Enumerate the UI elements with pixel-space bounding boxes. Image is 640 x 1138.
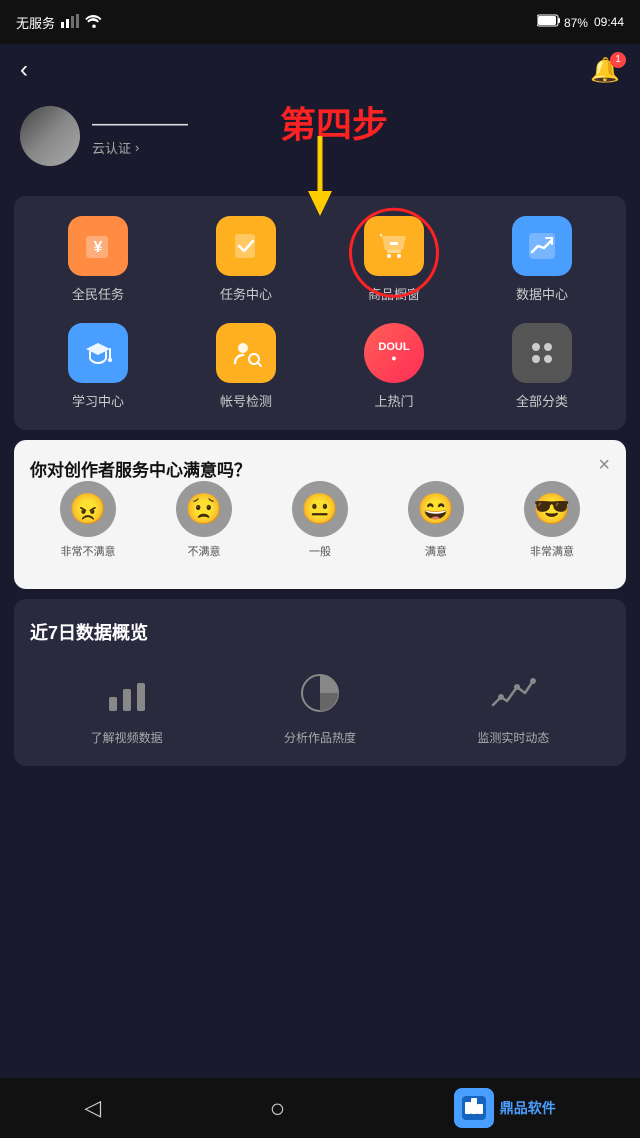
fenlei-icon	[512, 323, 572, 383]
shuju-icon	[512, 216, 572, 276]
zhanghao-label: 帐号检测	[220, 391, 272, 410]
emoji-label-neutral: 一般	[309, 543, 331, 559]
notification-button[interactable]: 🔔 1	[590, 56, 620, 85]
svg-text:¥: ¥	[94, 239, 103, 256]
emoji-unsatisfied: 😟	[176, 481, 232, 537]
data-label-heat: 分析作品热度	[284, 729, 356, 746]
brand-icon	[454, 1088, 494, 1128]
status-bar: 无服务 87% 09:44	[0, 0, 640, 44]
profile-name: ——————	[92, 116, 188, 134]
emoji-item-very-satisfied[interactable]: 😎 非常满意	[524, 481, 580, 559]
battery-label: 87%	[537, 14, 588, 30]
data-item-video[interactable]: 了解视频数据	[91, 665, 163, 746]
carrier-label: 无服务	[16, 13, 55, 32]
data-item-heat[interactable]: 分析作品热度	[284, 665, 356, 746]
grid-item-shangpin[interactable]: 商品橱窗	[339, 216, 449, 303]
emoji-label-very-unsatisfied: 非常不满意	[61, 543, 116, 559]
bottom-nav: ◁ ○ 鼎品软件	[0, 1078, 640, 1138]
data-row: 了解视频数据 分析作品热度 监测实	[30, 665, 610, 746]
xuexi-label: 学习中心	[72, 391, 124, 410]
brand-logo: 鼎品软件	[454, 1088, 556, 1128]
renwu-label: 任务中心	[220, 284, 272, 303]
emoji-very-unsatisfied: 😠	[60, 481, 116, 537]
grid-item-renwu[interactable]: 任务中心	[191, 216, 301, 303]
emoji-label-satisfied: 满意	[425, 543, 447, 559]
emoji-very-satisfied: 😎	[524, 481, 580, 537]
profile-info: —————— 云认证 ›	[92, 116, 188, 157]
survey-close-button[interactable]: ×	[598, 454, 610, 477]
emoji-label-unsatisfied: 不满意	[188, 543, 221, 559]
grid-item-fenlei[interactable]: 全部分类	[487, 323, 597, 410]
emoji-item-neutral[interactable]: 😐 一般	[292, 481, 348, 559]
grid-item-quanmin[interactable]: ¥ 全民任务	[43, 216, 153, 303]
status-left: 无服务	[16, 13, 103, 32]
data-label-video: 了解视频数据	[91, 729, 163, 746]
wifi-icon	[85, 14, 103, 31]
data-section: 近7日数据概览 了解视频数据 分析作品热度	[14, 599, 626, 766]
remen-icon: DOUL●	[364, 323, 424, 383]
grid-row-2: 学习中心 帐号检测 DOUL● 上热门	[24, 323, 616, 410]
back-nav-icon: ◁	[84, 1095, 101, 1121]
profile-section: —————— 云认证 ›	[0, 96, 640, 186]
shangpin-icon	[364, 216, 424, 276]
back-button[interactable]: ‹	[20, 56, 28, 84]
emoji-satisfied: 😄	[408, 481, 464, 537]
brand-name: 鼎品软件	[500, 1098, 556, 1118]
home-nav-button[interactable]: ○	[270, 1093, 286, 1124]
home-nav-icon: ○	[270, 1093, 286, 1124]
xuexi-icon	[68, 323, 128, 383]
grid-item-zhanghao[interactable]: 帐号检测	[191, 323, 301, 410]
avatar-image	[20, 106, 80, 166]
shangpin-label: 商品橱窗	[368, 284, 420, 303]
grid-item-remen[interactable]: DOUL● 上热门	[339, 323, 449, 410]
back-nav-button[interactable]: ◁	[84, 1095, 101, 1121]
renwu-icon	[216, 216, 276, 276]
notification-badge: 1	[610, 52, 626, 68]
verify-tag[interactable]: 云认证 ›	[92, 138, 188, 157]
emoji-neutral: 😐	[292, 481, 348, 537]
grid-item-xuexi[interactable]: 学习中心	[43, 323, 153, 410]
data-label-realtime: 监测实时动态	[477, 729, 549, 746]
top-nav: ‹ 🔔 1	[0, 44, 640, 96]
bar-chart-icon	[99, 665, 155, 721]
fenlei-label: 全部分类	[516, 391, 568, 410]
survey-section: 你对创作者服务中心满意吗？ × 😠 非常不满意 😟 不满意 😐 一般 😄 满意 …	[14, 440, 626, 589]
avatar	[20, 106, 80, 166]
data-item-realtime[interactable]: 监测实时动态	[477, 665, 549, 746]
emoji-item-very-unsatisfied[interactable]: 😠 非常不满意	[60, 481, 116, 559]
grid-section: ¥ 全民任务 任务中心	[14, 196, 626, 430]
emoji-item-satisfied[interactable]: 😄 满意	[408, 481, 464, 559]
emoji-label-very-satisfied: 非常满意	[530, 543, 574, 559]
emoji-row: 😠 非常不满意 😟 不满意 😐 一般 😄 满意 😎 非常满意	[30, 481, 610, 559]
line-chart-icon	[485, 665, 541, 721]
quanmin-icon: ¥	[68, 216, 128, 276]
signal-icons	[61, 14, 79, 31]
data-overview-title: 近7日数据概览	[30, 619, 610, 645]
zhanghao-icon	[216, 323, 276, 383]
remen-label: 上热门	[374, 391, 413, 410]
quanmin-label: 全民任务	[72, 284, 124, 303]
emoji-item-unsatisfied[interactable]: 😟 不满意	[176, 481, 232, 559]
time-label: 09:44	[594, 15, 624, 29]
grid-row-1: ¥ 全民任务 任务中心	[24, 216, 616, 303]
survey-title: 你对创作者服务中心满意吗？	[30, 461, 251, 480]
pie-chart-icon	[292, 665, 348, 721]
shuju-label: 数据中心	[516, 284, 568, 303]
status-right: 87% 09:44	[537, 14, 624, 30]
grid-item-shuju[interactable]: 数据中心	[487, 216, 597, 303]
